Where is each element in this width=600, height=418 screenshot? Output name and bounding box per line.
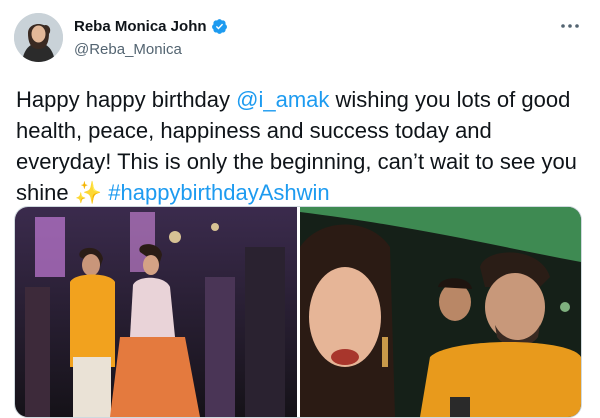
sparkles-emoji: ✨: [74, 180, 103, 205]
verified-badge-icon: [211, 19, 227, 34]
tweet-text: Happy happy birthday @i_amak wishing you…: [16, 84, 586, 208]
selfie-image: [300, 207, 581, 417]
hashtag-link[interactable]: #happybirthdayAshwin: [108, 180, 329, 205]
party-dance-image: [15, 207, 297, 417]
mention-link[interactable]: @i_amak: [236, 87, 329, 112]
author-avatar[interactable]: [14, 13, 63, 62]
media-grid: [14, 206, 582, 418]
tweet-text-part1: Happy happy birthday: [16, 87, 237, 112]
party-dance-photo[interactable]: [15, 207, 297, 417]
avatar-image: [14, 13, 63, 62]
author-name-row: Reba Monica John: [74, 18, 228, 35]
tweet-card[interactable]: Reba Monica John @Reba_Monica Happy happ…: [0, 0, 600, 418]
author-display-name[interactable]: Reba Monica John: [74, 18, 207, 35]
more-dots-icon[interactable]: [558, 16, 582, 36]
author-handle[interactable]: @Reba_Monica: [74, 41, 182, 58]
selfie-photo[interactable]: [300, 207, 581, 417]
